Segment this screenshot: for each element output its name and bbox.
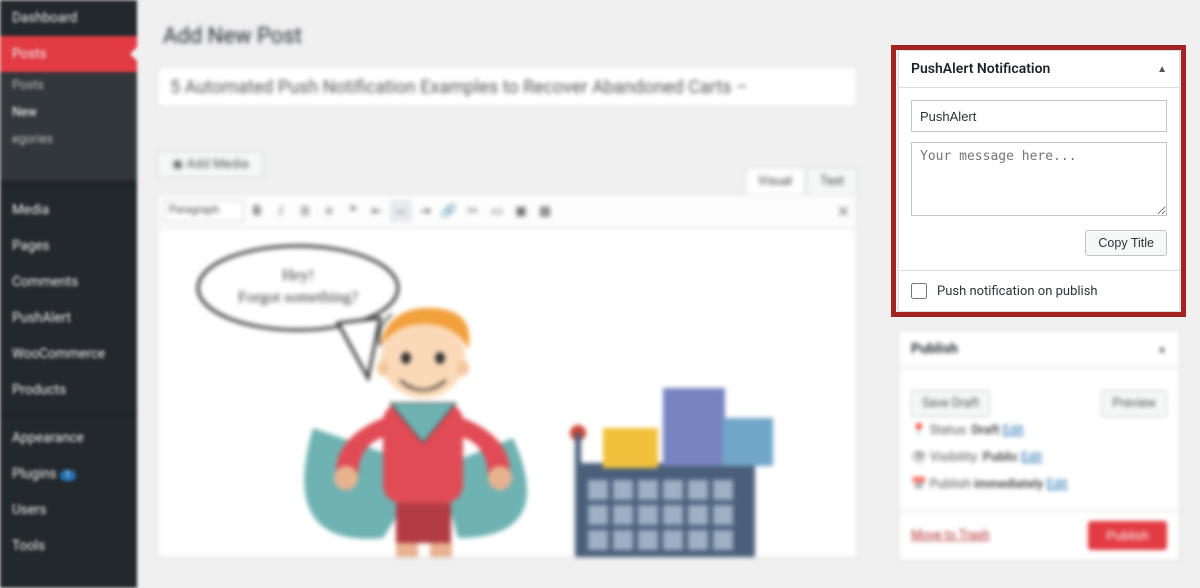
admin-sidebar: Dashboard Posts Posts New egories Media … [0, 0, 137, 588]
speech-line2: Forgot something? [238, 289, 358, 306]
post-title-input[interactable]: 5 Automated Push Notification Examples t… [157, 67, 857, 107]
add-media-button[interactable]: ◉ Add Media [157, 151, 264, 178]
publish-schedule-row: 📅 Publish immediately Edit [911, 471, 1167, 498]
sidebar-item-woocommerce[interactable]: WooCommerce [0, 336, 137, 372]
sidebar-item-all-posts[interactable]: Posts [0, 72, 137, 99]
push-on-publish-checkbox[interactable] [911, 283, 927, 299]
copy-title-button[interactable]: Copy Title [1085, 230, 1167, 256]
sidebar-item-pages[interactable]: Pages [0, 228, 137, 264]
preview-button[interactable]: Preview [1101, 390, 1167, 417]
publish-status-row: 📍 Status: Draft Edit [911, 417, 1167, 444]
panel-publish: Publish ▲ Save Draft Preview 📍 Status: D… [898, 330, 1180, 561]
panel-head-pushalert[interactable]: PushAlert Notification ▲ [899, 51, 1179, 88]
edit-visibility-link[interactable]: Edit [1021, 450, 1042, 465]
speech-line1: Hey! [282, 267, 314, 284]
tab-text[interactable]: Text [807, 168, 857, 194]
editor-canvas[interactable]: Hey! Forgot something? [157, 228, 857, 558]
link-icon[interactable]: 🔗 [438, 200, 460, 222]
sidebar-item-users[interactable]: Users [0, 492, 137, 528]
push-on-publish-label: Push notification on publish [937, 284, 1098, 299]
tinymce-toolbar: Paragraph B I ≣ ≡ ❝ ⇤ ⇔ ⇥ 🔗 ✂ ▭ ▣ ▦ ✕ [157, 194, 857, 228]
publish-button[interactable]: Publish [1088, 521, 1167, 550]
sidebar-item-new-post[interactable]: New [0, 99, 137, 126]
collapse-icon[interactable]: ▲ [1157, 344, 1167, 355]
panel-title-publish: Publish [911, 341, 958, 357]
edit-status-link[interactable]: Edit [1003, 423, 1024, 438]
tab-visual[interactable]: Visual [745, 168, 805, 194]
fullscreen-icon[interactable]: ▣ [510, 200, 532, 222]
publish-visibility-row: 👁 Visibility: Public Edit [911, 444, 1167, 471]
align-center-icon[interactable]: ⇔ [390, 200, 412, 222]
sidebar-item-dashboard[interactable]: Dashboard [0, 0, 137, 36]
sidebar-item-media[interactable]: Media [0, 192, 137, 228]
sidebar-item-comments[interactable]: Comments [0, 264, 137, 300]
pushalert-message-textarea[interactable] [911, 142, 1167, 216]
pushalert-title-input[interactable] [911, 100, 1167, 132]
sidebar-item-pushalert[interactable]: PushAlert [0, 300, 137, 336]
sidebar-item-tools[interactable]: Tools [0, 528, 137, 564]
list-ol-icon[interactable]: ≡ [318, 200, 340, 222]
sidebar-item-posts[interactable]: Posts [0, 36, 137, 72]
panel-head-publish[interactable]: Publish ▲ [899, 331, 1179, 368]
italic-icon[interactable]: I [270, 200, 292, 222]
paragraph-select[interactable]: Paragraph [164, 200, 244, 222]
bold-icon[interactable]: B [246, 200, 268, 222]
panel-title-pushalert: PushAlert Notification [911, 61, 1050, 77]
sidebar-item-appearance[interactable]: Appearance [0, 420, 137, 456]
save-draft-button[interactable]: Save Draft [911, 390, 990, 417]
sidebar-item-categories[interactable]: egories [0, 126, 137, 153]
align-left-icon[interactable]: ⇤ [366, 200, 388, 222]
move-to-trash-link[interactable]: Move to Trash [911, 528, 990, 543]
list-ul-icon[interactable]: ≣ [294, 200, 316, 222]
page-title: Add New Post [163, 24, 1180, 49]
close-icon[interactable]: ✕ [837, 202, 850, 221]
quote-icon[interactable]: ❝ [342, 200, 364, 222]
sidebar-item-blank[interactable] [0, 153, 137, 180]
unlink-icon[interactable]: ✂ [462, 200, 484, 222]
kitchen-sink-icon[interactable]: ▦ [534, 200, 556, 222]
sidebar-item-plugins[interactable]: Plugins 1 [0, 456, 137, 492]
align-right-icon[interactable]: ⇥ [414, 200, 436, 222]
sidebar-item-products[interactable]: Products [0, 372, 137, 408]
panel-pushalert: PushAlert Notification ▲ Copy Title Push… [898, 50, 1180, 312]
readmore-icon[interactable]: ▭ [486, 200, 508, 222]
edit-schedule-link[interactable]: Edit [1046, 477, 1067, 492]
collapse-icon[interactable]: ▲ [1157, 64, 1167, 75]
